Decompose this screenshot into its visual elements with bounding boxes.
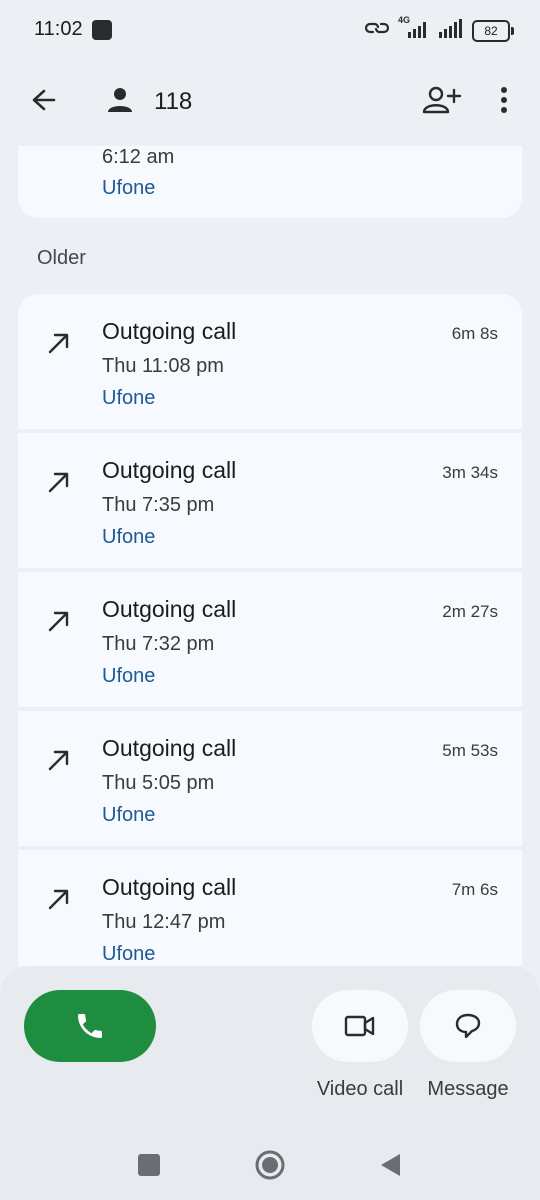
videocam-icon xyxy=(344,1015,375,1037)
status-time: 11:02 xyxy=(34,18,83,40)
contact-name: 118 xyxy=(154,88,193,115)
call-card[interactable]: Outgoing call Thu 5:05 pm Ufone 5m 53s xyxy=(18,711,522,846)
signal-4g-icon: 4G xyxy=(396,15,432,41)
message-label: Message xyxy=(427,1078,509,1100)
call-duration: 2m 27s xyxy=(442,602,498,621)
video-call-label: Video call xyxy=(316,1078,404,1100)
top-app-bar: 118 xyxy=(0,60,540,144)
arrow-outgoing-icon xyxy=(48,333,69,354)
phone-icon xyxy=(78,1014,102,1038)
call-carrier: Ufone xyxy=(102,387,156,409)
older-calls-group: Outgoing call Thu 11:08 pm Ufone 6m 8s O… xyxy=(18,294,522,966)
person-add-icon xyxy=(422,86,462,114)
section-header-older: Older xyxy=(37,247,86,269)
arrow-outgoing-icon xyxy=(48,611,69,632)
arrow-outgoing-icon xyxy=(48,750,69,771)
signal-icon xyxy=(436,15,466,46)
call-duration: 5m 53s xyxy=(442,741,498,760)
call-card[interactable]: Outgoing call Thu 11:08 pm Ufone 6m 8s xyxy=(18,294,522,429)
link-icon xyxy=(364,16,390,45)
message-button[interactable] xyxy=(420,990,516,1062)
call-type: Outgoing call xyxy=(102,318,237,344)
arrow-outgoing-icon xyxy=(48,889,69,910)
add-contact-button[interactable] xyxy=(418,78,464,124)
notification-app-icon xyxy=(92,20,112,40)
call-type: Outgoing call xyxy=(102,457,237,483)
chat-bubble-icon xyxy=(455,1013,481,1039)
status-bar: 11:02 4G 82 xyxy=(0,0,540,60)
call-type: Outgoing call xyxy=(102,735,237,761)
call-history-list[interactable]: 6:12 am Ufone Older Outgoing call Thu 11… xyxy=(0,146,540,966)
back-triangle-icon[interactable] xyxy=(378,1152,404,1178)
person-icon xyxy=(104,84,136,116)
call-time: Thu 11:08 pm xyxy=(102,355,224,377)
more-vert-icon xyxy=(501,87,507,113)
call-card[interactable]: Outgoing call Thu 7:35 pm Ufone 3m 34s xyxy=(18,433,522,568)
recents-square-icon[interactable] xyxy=(138,1154,160,1176)
home-circle-icon[interactable] xyxy=(254,1149,286,1181)
bottom-action-panel: Video call Message xyxy=(0,966,540,1200)
battery-icon: 82 xyxy=(472,20,514,42)
call-carrier: Ufone xyxy=(102,804,156,826)
call-time: Thu 7:35 pm xyxy=(102,494,215,516)
call-time: Thu 12:47 pm xyxy=(102,911,226,933)
call-card[interactable]: Outgoing call Thu 7:32 pm Ufone 2m 27s xyxy=(18,572,522,707)
call-time: 6:12 am xyxy=(102,146,175,168)
call-card-partial[interactable]: 6:12 am Ufone xyxy=(18,146,522,218)
call-type: Outgoing call xyxy=(102,874,237,900)
call-card[interactable]: Outgoing call Thu 12:47 pm Ufone 7m 6s xyxy=(18,850,522,966)
call-carrier: Ufone xyxy=(102,526,156,548)
call-time: Thu 7:32 pm xyxy=(102,633,215,655)
back-button[interactable] xyxy=(22,80,66,124)
call-time: Thu 5:05 pm xyxy=(102,772,215,794)
call-carrier: Ufone xyxy=(102,177,156,199)
call-duration: 6m 8s xyxy=(451,324,498,343)
battery-level: 82 xyxy=(484,24,498,38)
more-options-button[interactable] xyxy=(486,82,522,122)
arrow-left-icon xyxy=(32,89,56,111)
call-type: Outgoing call xyxy=(102,596,237,622)
call-duration: 7m 6s xyxy=(451,880,498,899)
system-nav-bar xyxy=(0,1140,540,1200)
video-call-button[interactable] xyxy=(312,990,408,1062)
call-button[interactable] xyxy=(24,990,156,1062)
call-carrier: Ufone xyxy=(102,665,156,687)
call-carrier: Ufone xyxy=(102,943,156,965)
call-duration: 3m 34s xyxy=(442,463,498,482)
arrow-outgoing-icon xyxy=(48,472,69,493)
